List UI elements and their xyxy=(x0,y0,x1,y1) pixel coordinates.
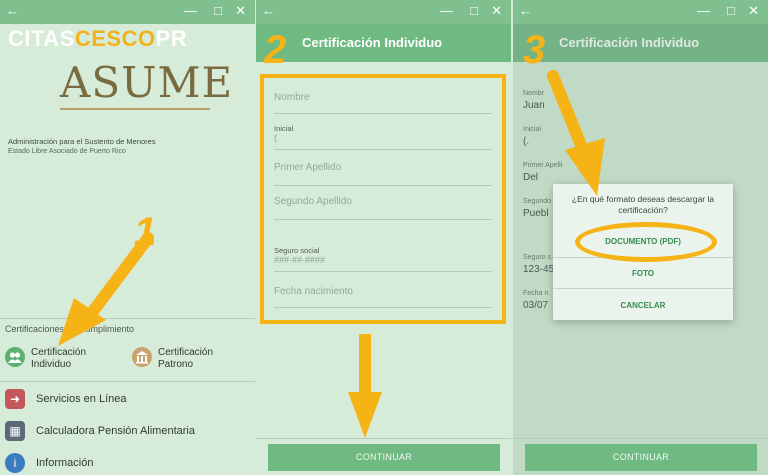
pointer-arrow xyxy=(58,232,154,346)
divider xyxy=(513,438,768,439)
pointer-arrow xyxy=(348,334,382,438)
download-dialog-panel: ← — □ ✕ Certificación Individuo Nombr Ju… xyxy=(513,0,768,475)
continuar-button[interactable]: CONTINUAR xyxy=(268,444,500,471)
asume-home-panel: ← — □ ✕ CITASCESCOPR ASUME Administració… xyxy=(0,0,255,475)
pointer-arrow xyxy=(547,70,605,196)
continuar-button[interactable]: CONTINUAR xyxy=(525,444,757,471)
divider xyxy=(256,438,511,439)
form-panel: ← — □ ✕ Certificación Individuo 2 Nombre… xyxy=(256,0,511,475)
